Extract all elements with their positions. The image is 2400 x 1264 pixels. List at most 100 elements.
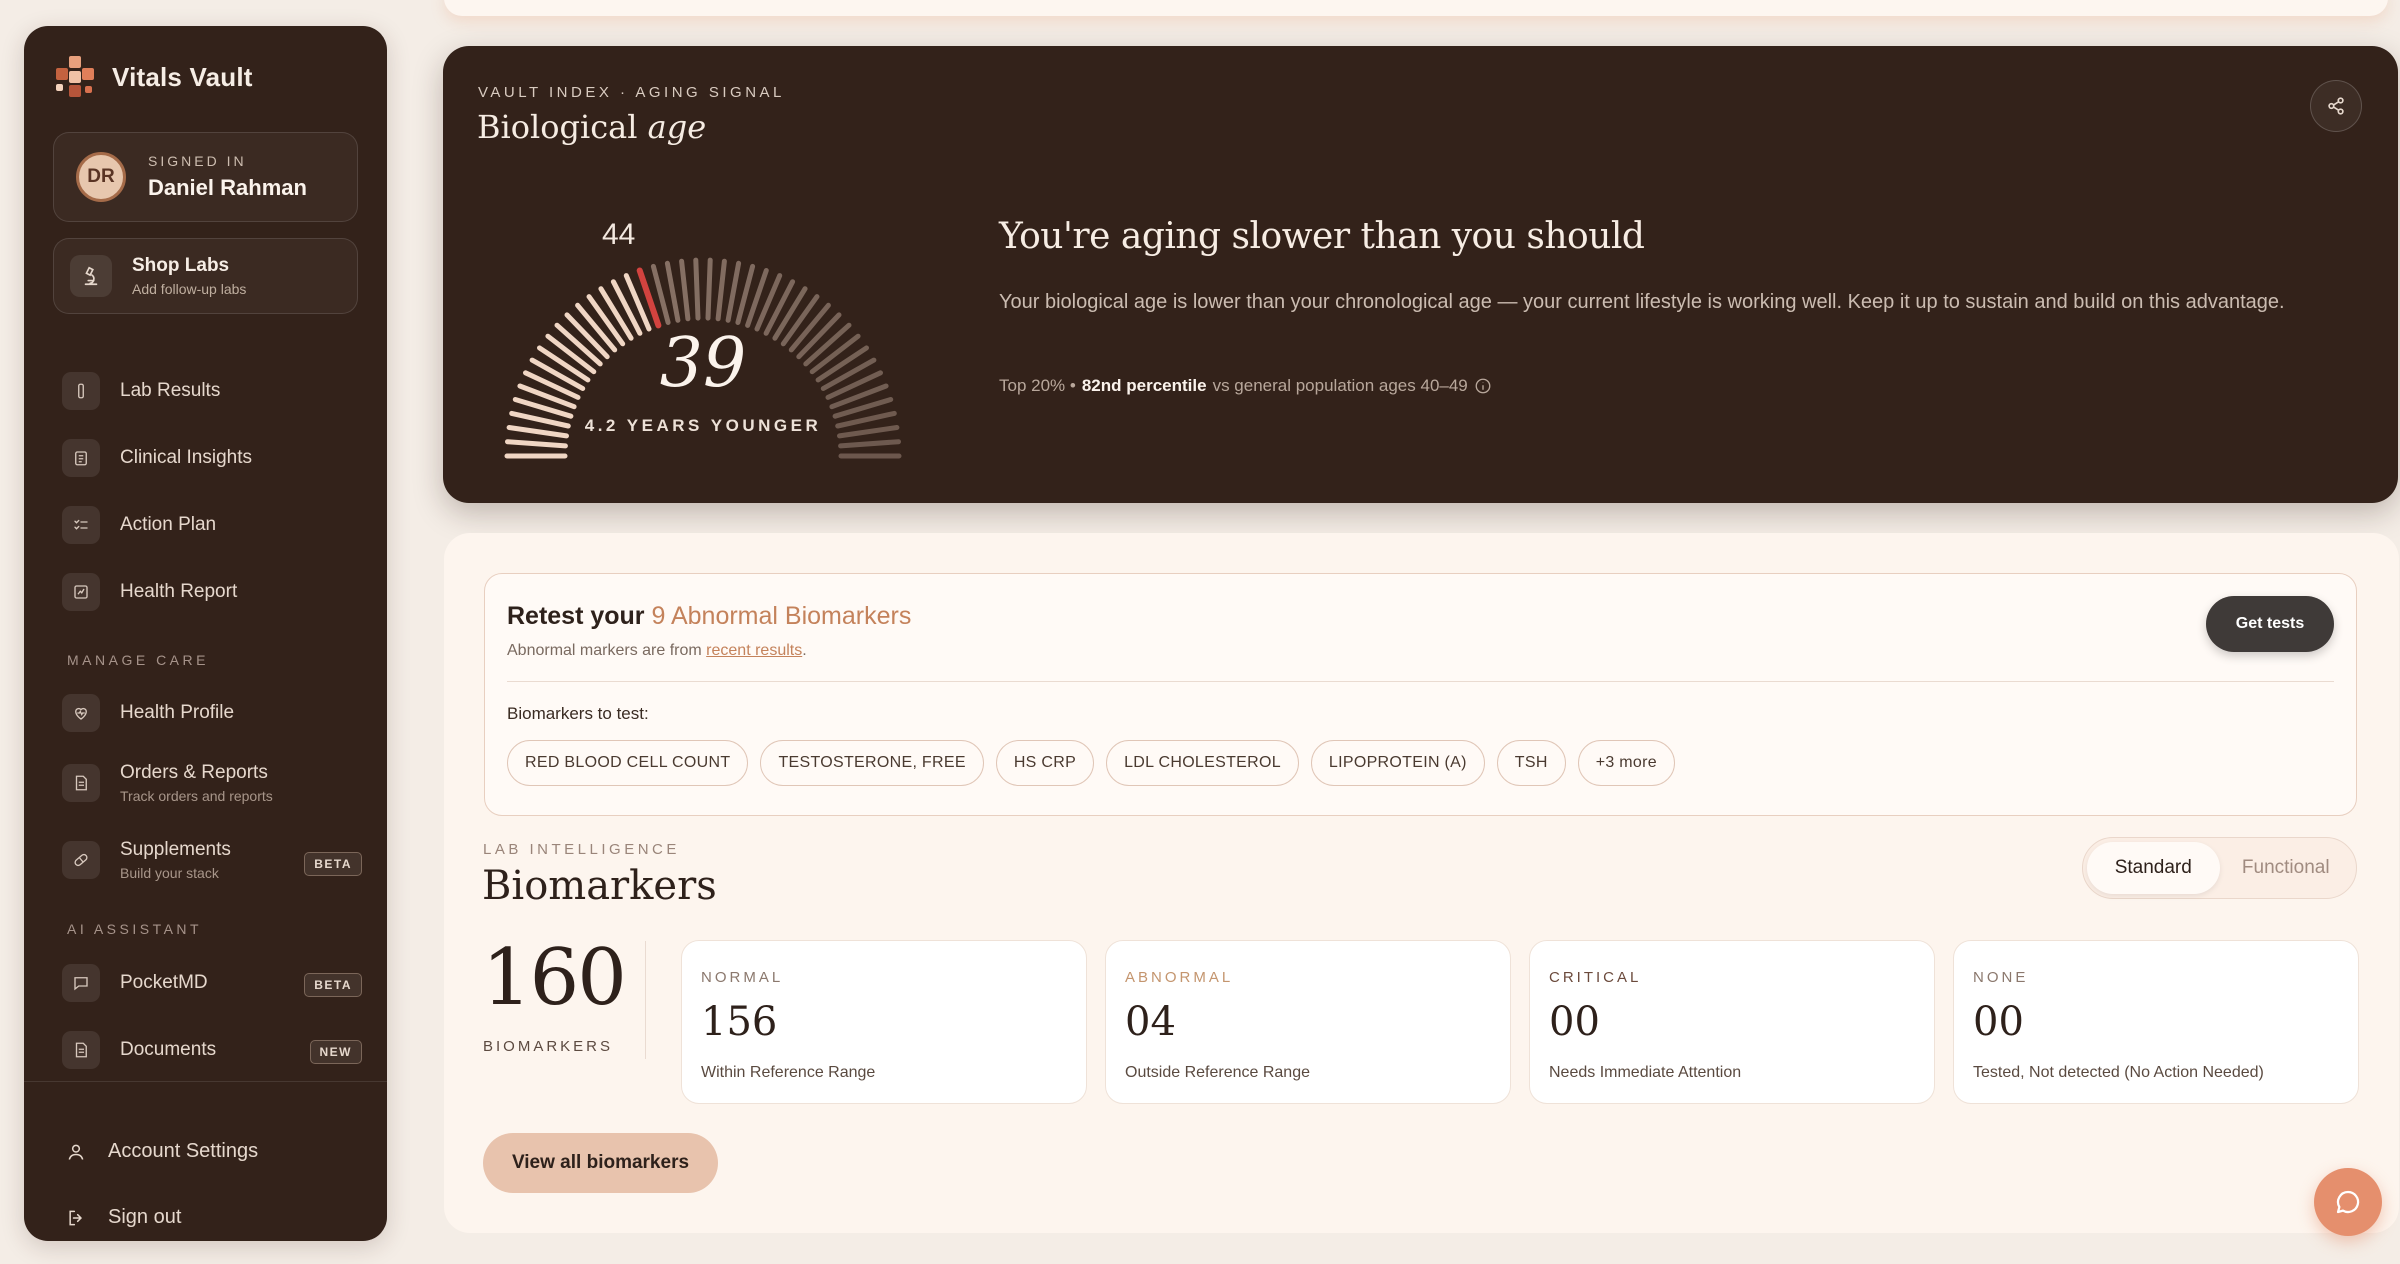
sidebar-item-label: Health Report — [120, 581, 238, 602]
microscope-icon — [70, 255, 112, 297]
percentile-value: 82nd percentile — [1081, 376, 1207, 395]
stat-value: 156 — [701, 999, 778, 1045]
stat-caption: NONE — [1973, 969, 2029, 986]
beta-badge: BETA — [304, 973, 362, 997]
gauge-tick — [505, 439, 568, 449]
biomarker-chip[interactable]: LIPOPROTEIN (A) — [1310, 740, 1485, 786]
retest-card: Retest your 9 Abnormal Biomarkers Abnorm… — [484, 573, 2357, 816]
biomarker-chip[interactable]: TESTOSTERONE, FREE — [760, 740, 984, 786]
gauge-tick — [705, 257, 713, 321]
sidebar-item-label: Health Profile — [120, 702, 235, 723]
stat-caption: NORMAL — [701, 969, 784, 986]
sidebar-item-clinical-insights[interactable]: Clinical Insights — [62, 439, 362, 477]
bio-age-description: Your biological age is lower than your c… — [999, 291, 2285, 313]
stat-card-abnormal[interactable]: ABNORMAL 04 Outside Reference Range — [1105, 940, 1511, 1104]
flask-icon — [62, 372, 100, 410]
recent-results-link[interactable]: recent results — [706, 642, 802, 659]
account-settings-button[interactable]: Account Settings — [66, 1140, 258, 1163]
section-label-ai-assistant: AI ASSISTANT — [67, 921, 203, 937]
sidebar-item-action-plan[interactable]: Action Plan — [62, 506, 362, 544]
stat-card-critical[interactable]: CRITICAL 00 Needs Immediate Attention — [1529, 940, 1935, 1104]
user-name: Daniel Rahman — [148, 175, 307, 200]
clipboard-icon — [62, 439, 100, 477]
bio-age-headline: You're aging slower than you should — [999, 216, 1645, 257]
sidebar-item-label: Documents — [120, 1039, 217, 1060]
lab-intelligence-eyebrow: LAB INTELLIGENCE — [483, 841, 680, 858]
new-badge: NEW — [309, 1040, 362, 1064]
biomarker-chip[interactable]: HS CRP — [995, 740, 1095, 786]
stat-description: Outside Reference Range — [1125, 1064, 1310, 1081]
sidebar-item-label: Clinical Insights — [120, 447, 252, 468]
stat-description: Needs Immediate Attention — [1549, 1064, 1742, 1081]
sidebar-item-label: Orders & Reports — [120, 762, 268, 783]
sidebar-item-label: Supplements — [120, 839, 231, 860]
signed-in-caption: SIGNED IN — [148, 153, 247, 169]
sidebar-divider — [24, 1081, 387, 1082]
info-icon[interactable] — [1474, 377, 1492, 395]
pill-icon — [62, 841, 100, 879]
biomarkers-to-test-label: Biomarkers to test: — [507, 704, 649, 723]
heart-icon — [62, 694, 100, 732]
toggle-functional[interactable]: Functional — [2220, 842, 2353, 894]
sidebar-item-orders-reports[interactable]: Orders & Reports Track orders and report… — [62, 762, 362, 804]
sidebar-item-sublabel: Track orders and reports — [120, 788, 273, 804]
stat-value: 00 — [1549, 999, 1600, 1045]
section-label-manage-care: MANAGE CARE — [67, 652, 209, 668]
sidebar-item-documents[interactable]: Documents NEW — [62, 1031, 362, 1069]
gauge-tick — [693, 257, 701, 321]
retest-heading: Retest your 9 Abnormal Biomarkers — [507, 602, 912, 630]
abnormal-count-highlight: 9 Abnormal Biomarkers — [651, 602, 912, 630]
sidebar-item-health-profile[interactable]: Health Profile — [62, 694, 362, 732]
biological-age-gauge: 44 39 4.2 YEARS YOUNGER — [473, 156, 933, 476]
app-name: Vitals Vault — [112, 61, 253, 92]
stat-card-none[interactable]: NONE 00 Tested, Not detected (No Action … — [1953, 940, 2359, 1104]
biomarkers-section: Retest your 9 Abnormal Biomarkers Abnorm… — [444, 533, 2399, 1233]
sidebar-item-lab-results[interactable]: Lab Results — [62, 372, 362, 410]
stat-caption: CRITICAL — [1549, 969, 1642, 986]
checklist-icon — [62, 506, 100, 544]
total-biomarkers-count: 160 — [482, 933, 627, 1023]
brand[interactable]: Vitals Vault — [52, 54, 253, 100]
biomarker-chips: RED BLOOD CELL COUNT TESTOSTERONE, FREE … — [507, 740, 1675, 786]
shop-labs-title: Shop Labs — [132, 255, 230, 276]
logo-icon — [52, 54, 98, 100]
sidebar-item-health-report[interactable]: Health Report — [62, 573, 362, 611]
sign-out-icon — [69, 1210, 83, 1225]
chronological-age-label: 44 — [601, 217, 636, 251]
stat-value: 04 — [1125, 999, 1176, 1045]
sidebar-item-sublabel: Build your stack — [120, 865, 219, 881]
sidebar-item-label: Action Plan — [120, 514, 217, 535]
total-biomarkers-label: BIOMARKERS — [483, 1038, 614, 1055]
document-icon — [62, 764, 100, 802]
biomarker-chip[interactable]: RED BLOOD CELL COUNT — [507, 740, 749, 786]
sign-out-label: Sign out — [108, 1206, 182, 1228]
user-icon — [68, 1144, 84, 1160]
get-tests-button[interactable]: Get tests — [2206, 596, 2334, 652]
chat-bubble-icon — [2336, 1190, 2360, 1214]
stat-card-normal[interactable]: NORMAL 156 Within Reference Range — [681, 940, 1087, 1104]
sidebar-item-supplements[interactable]: Supplements Build your stack BETA — [62, 839, 362, 881]
more-biomarkers-chip[interactable]: +3 more — [1577, 740, 1675, 786]
shop-labs-button[interactable]: Shop Labs Add follow-up labs — [53, 238, 358, 314]
stat-value: 00 — [1973, 999, 2024, 1045]
biological-age-value: 39 — [659, 324, 747, 403]
biomarkers-title: Biomarkers — [482, 863, 717, 909]
sidebar-item-label: Lab Results — [120, 380, 221, 401]
user-card[interactable]: DR SIGNED IN Daniel Rahman — [53, 132, 358, 222]
sidebar-item-pocketmd[interactable]: PocketMD BETA — [62, 964, 362, 1002]
shop-labs-subtitle: Add follow-up labs — [132, 281, 247, 297]
chat-button[interactable] — [2314, 1168, 2382, 1236]
view-all-biomarkers-button[interactable]: View all biomarkers — [483, 1133, 718, 1193]
bio-age-eyebrow: VAULT INDEX · AGING SIGNAL — [478, 84, 785, 101]
toggle-standard[interactable]: Standard — [2087, 842, 2220, 894]
biomarker-chip[interactable]: LDL CHOLESTEROL — [1106, 740, 1299, 786]
retest-subtitle: Abnormal markers are from recent results… — [507, 642, 807, 659]
previous-card-edge — [444, 0, 2388, 16]
sign-out-button[interactable]: Sign out — [66, 1206, 181, 1229]
biomarker-chip[interactable]: TSH — [1496, 740, 1566, 786]
account-settings-label: Account Settings — [108, 1140, 259, 1162]
share-button[interactable] — [2310, 80, 2362, 132]
bio-age-title: Biological age — [477, 108, 707, 146]
sidebar: Vitals Vault DR SIGNED IN Daniel Rahman … — [24, 26, 387, 1241]
document-icon — [62, 1031, 100, 1069]
